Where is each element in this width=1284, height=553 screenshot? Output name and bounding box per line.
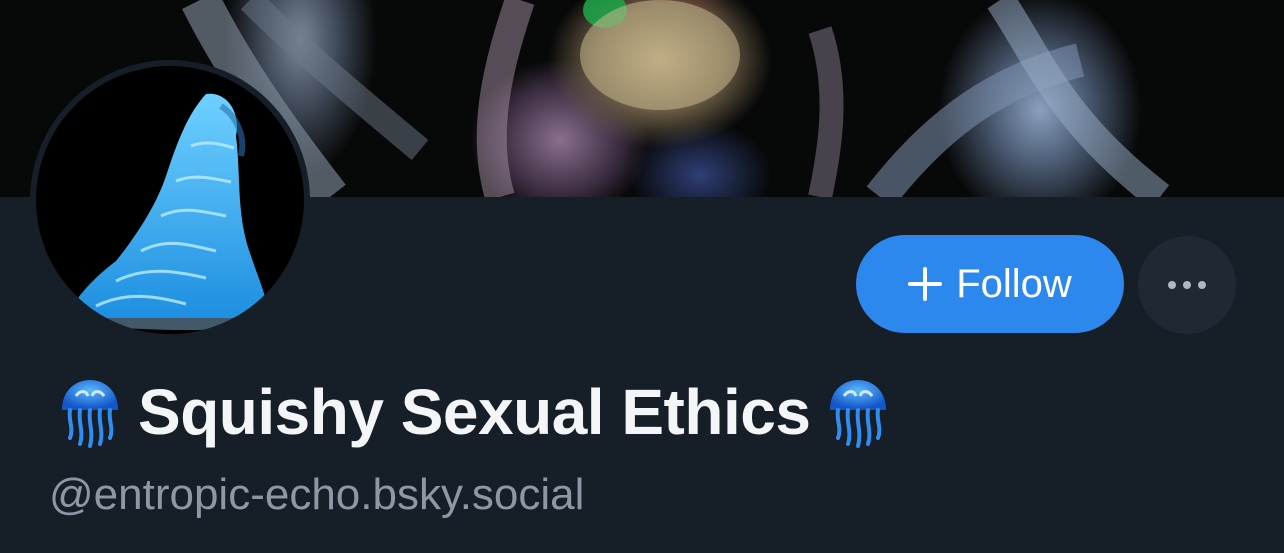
ellipsis-icon [1168,281,1206,289]
display-name: Squishy Sexual Ethics [138,376,811,448]
follow-button[interactable]: Follow [856,235,1124,333]
profile-avatar[interactable] [30,60,310,340]
more-options-button[interactable] [1138,236,1236,334]
profile-handle: @entropic-echo.bsky.social [49,470,585,519]
jellyfish-emoji-icon [62,380,118,448]
plus-icon [908,267,943,301]
display-name-row: Squishy Sexual Ethics [58,370,890,454]
follow-button-label: Follow [956,261,1072,306]
avatar-image [36,66,304,334]
jellyfish-figure-artwork [66,93,304,330]
jellyfish-emoji-icon [830,380,887,448]
